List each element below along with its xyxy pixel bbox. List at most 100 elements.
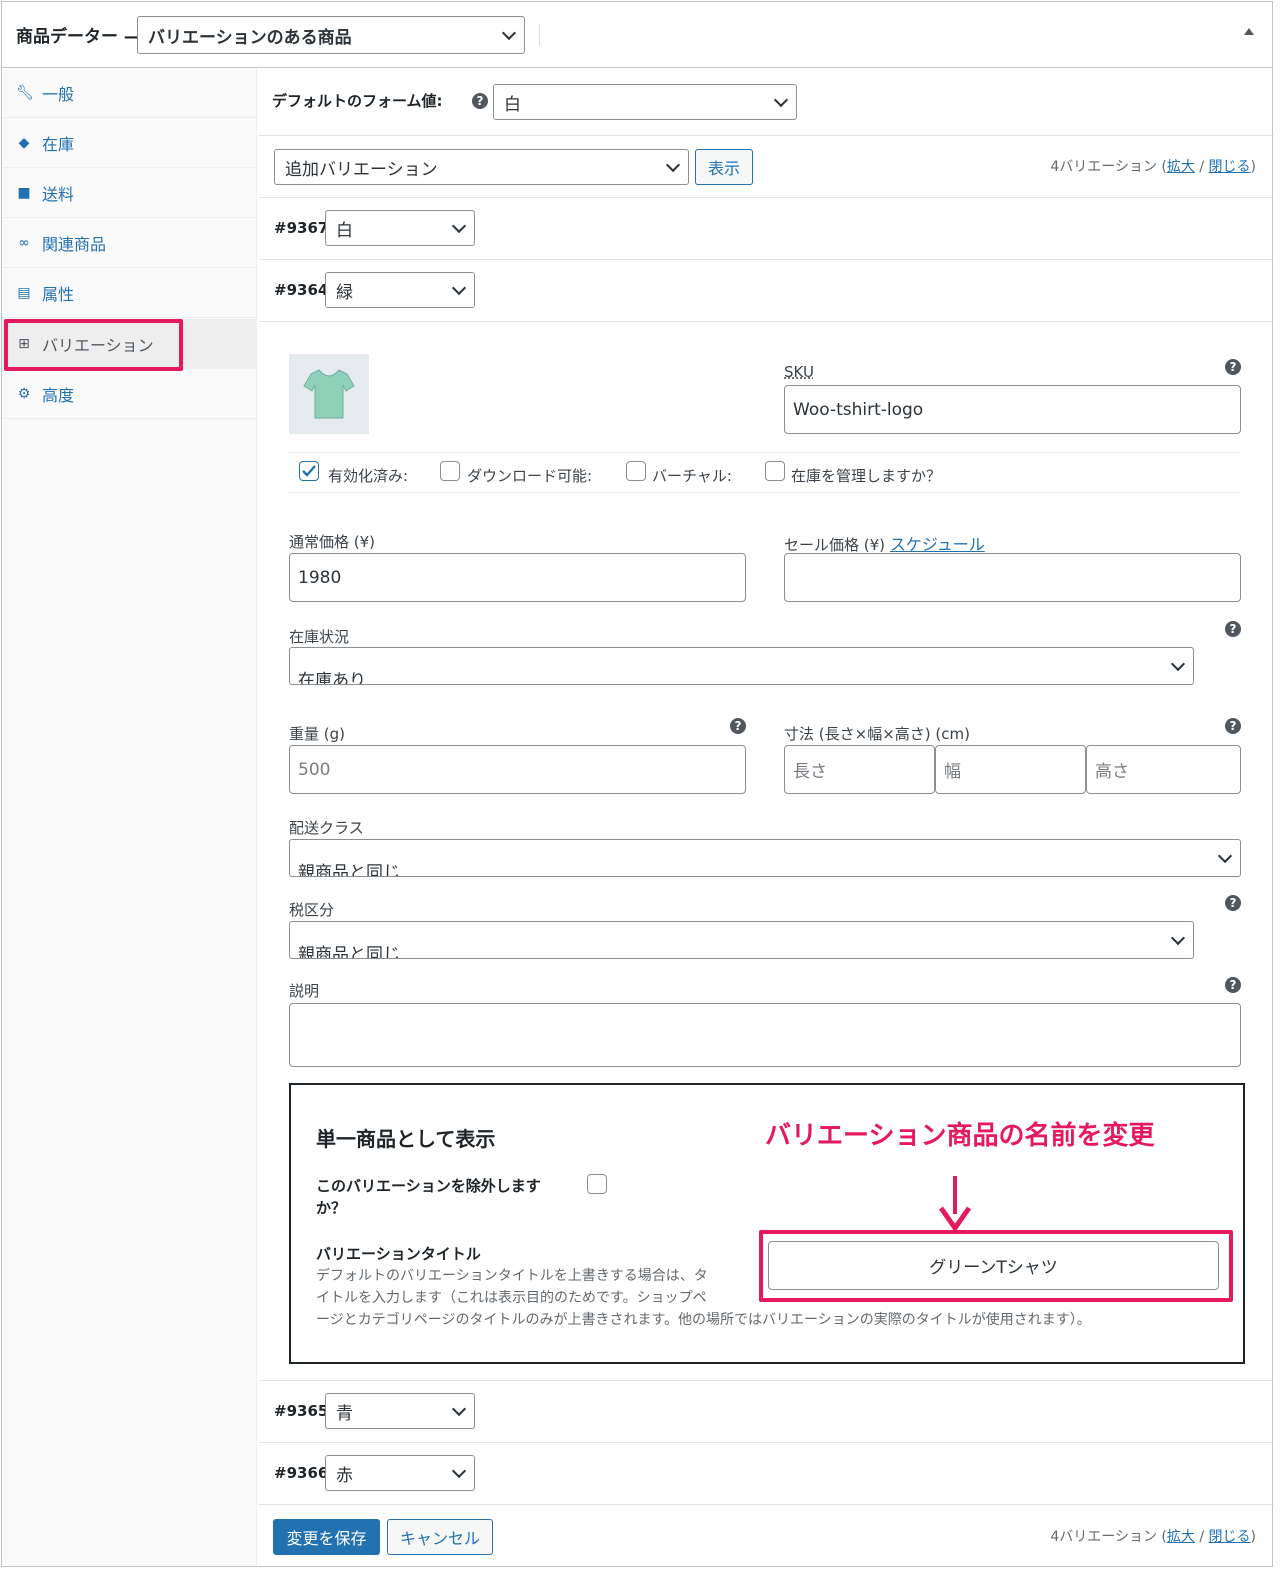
- chevron-down-icon: [501, 25, 517, 41]
- variation-row[interactable]: #9364 緑: [259, 260, 1274, 322]
- tab-general[interactable]: 🔧︎ 一般: [2, 68, 257, 118]
- tab-label: 送料: [42, 184, 75, 204]
- description-label: 説明: [289, 982, 320, 1000]
- close-link[interactable]: 閉じる: [1209, 159, 1251, 175]
- variation-attribute-select[interactable]: 緑: [325, 272, 475, 308]
- description-textarea[interactable]: [289, 1003, 1241, 1067]
- help-icon[interactable]: ?: [730, 718, 746, 734]
- tab-label: 在庫: [42, 134, 75, 154]
- save-changes-button[interactable]: 変更を保存: [273, 1519, 380, 1555]
- width-input[interactable]: 幅: [935, 745, 1086, 794]
- variations-footer: 変更を保存 キャンセル 4バリエーション (拡大 / 閉じる): [259, 1505, 1274, 1567]
- stock-status-select[interactable]: 在庫あり: [289, 647, 1194, 685]
- variation-id: #9366: [274, 1464, 329, 1482]
- variation-attribute-value: 青: [336, 1403, 353, 1424]
- default-value-select[interactable]: 白: [493, 84, 797, 120]
- enabled-checkbox[interactable]: [299, 461, 319, 481]
- expand-link[interactable]: 拡大: [1167, 159, 1195, 175]
- help-icon[interactable]: ?: [1225, 621, 1241, 637]
- variation-attribute-select[interactable]: 青: [325, 1393, 475, 1429]
- exclude-label: このバリエーションを除外します: [316, 1177, 541, 1195]
- default-form-values-label: デフォルトのフォーム値:: [272, 92, 443, 110]
- go-button[interactable]: 表示: [695, 149, 753, 185]
- collapse-arrow-icon[interactable]: [1244, 28, 1254, 35]
- tax-class-select[interactable]: 親商品と同じ: [289, 921, 1194, 959]
- tax-class-value: 親商品と同じ: [298, 945, 400, 959]
- tab-shipping[interactable]: ■ 送料: [2, 168, 257, 218]
- product-type-value: バリエーションのある商品: [148, 27, 352, 48]
- stock-status-value: 在庫あり: [298, 671, 366, 685]
- variation-image[interactable]: [289, 354, 369, 434]
- variation-id: #9367: [274, 219, 329, 237]
- product-data-panel: 商品データー — バリエーションのある商品 🔧︎ 一般 ◆ 在庫 ■ 送料 ∞ 関連商品…: [1, 1, 1274, 1567]
- expand-link[interactable]: 拡大: [1167, 1529, 1195, 1545]
- link-icon: ∞: [18, 234, 30, 251]
- help-icon[interactable]: ?: [1225, 977, 1241, 993]
- tab-attributes[interactable]: ▤ 属性: [2, 268, 257, 318]
- exclude-checkbox[interactable]: [587, 1174, 607, 1194]
- variation-row[interactable]: #9365 青: [259, 1381, 1274, 1443]
- tab-linked-products[interactable]: ∞ 関連商品: [2, 218, 257, 268]
- height-input[interactable]: 高さ: [1086, 745, 1241, 794]
- chevron-down-icon: [1170, 930, 1186, 946]
- sku-input[interactable]: Woo-tshirt-logo: [784, 385, 1241, 434]
- shipping-class-value: 親商品と同じ: [298, 863, 400, 877]
- variation-attribute-select[interactable]: 白: [325, 210, 475, 246]
- weight-label: 重量 (g): [289, 725, 345, 743]
- tab-inventory[interactable]: ◆ 在庫: [2, 118, 257, 168]
- tab-label: 一般: [42, 84, 75, 104]
- variation-count-top: 4バリエーション (拡大 / 閉じる): [1050, 159, 1256, 175]
- chevron-down-icon: [451, 280, 467, 296]
- shipping-class-select[interactable]: 親商品と同じ: [289, 839, 1241, 877]
- exclude-label-cont: か？: [316, 1199, 347, 1217]
- downloadable-checkbox[interactable]: [440, 461, 460, 481]
- variation-title-desc: イトルを入力します（これは表示目的のためです。ショップペ: [316, 1290, 707, 1306]
- divider: [539, 24, 540, 46]
- close-link[interactable]: 閉じる: [1209, 1529, 1251, 1545]
- variation-id: #9364: [274, 281, 329, 299]
- help-icon[interactable]: ?: [472, 93, 488, 109]
- bulk-action-select[interactable]: 追加バリエーション: [274, 149, 689, 185]
- arrow-down-icon: [938, 1176, 972, 1232]
- highlight-box-title-input: [759, 1230, 1233, 1302]
- chevron-down-icon: [773, 92, 789, 108]
- chevron-down-icon: [451, 1463, 467, 1479]
- variations-toolbar: 追加バリエーション 表示 4バリエーション (拡大 / 閉じる): [259, 136, 1274, 198]
- count-text: 4バリエーション: [1050, 1529, 1157, 1545]
- variation-attribute-value: 緑: [336, 282, 353, 303]
- sku-label: SKU: [784, 363, 814, 381]
- check-icon: [302, 465, 316, 477]
- virtual-checkbox[interactable]: [626, 461, 646, 481]
- downloadable-label: ダウンロード可能:: [467, 467, 593, 485]
- chevron-down-icon: [451, 218, 467, 234]
- variation-attribute-value: 赤: [336, 1465, 353, 1486]
- chevron-down-icon: [665, 157, 681, 173]
- variation-row[interactable]: #9366 赤: [259, 1443, 1274, 1505]
- manage-stock-checkbox[interactable]: [765, 461, 785, 481]
- length-input[interactable]: 長さ: [784, 745, 935, 794]
- product-type-select[interactable]: バリエーションのある商品: [137, 16, 525, 54]
- default-form-values-row: デフォルトのフォーム値: ? 白: [259, 68, 1274, 136]
- product-data-tabs: 🔧︎ 一般 ◆ 在庫 ■ 送料 ∞ 関連商品 ▤ 属性 ⊞ バリエーション ⚙ 高度: [2, 68, 257, 1566]
- schedule-link[interactable]: スケジュール: [890, 535, 985, 554]
- dimensions-label: 寸法 (長さ×幅×高さ) (cm): [784, 725, 970, 743]
- panel-title: 商品データー —: [16, 27, 141, 47]
- stock-status-label: 在庫状況: [289, 628, 350, 646]
- tab-label: 属性: [42, 284, 75, 304]
- cancel-button[interactable]: キャンセル: [387, 1519, 493, 1555]
- regular-price-input[interactable]: 1980: [289, 553, 746, 602]
- variation-attribute-value: 白: [336, 220, 353, 241]
- tag-icon: ◆: [18, 134, 30, 151]
- shipping-class-label: 配送クラス: [289, 819, 364, 837]
- gear-icon: ⚙: [17, 385, 31, 402]
- help-icon[interactable]: ?: [1225, 895, 1241, 911]
- help-icon[interactable]: ?: [1225, 359, 1241, 375]
- help-icon[interactable]: ?: [1225, 718, 1241, 734]
- bulk-action-value: 追加バリエーション: [285, 159, 438, 180]
- tshirt-image: [303, 369, 355, 419]
- variation-attribute-select[interactable]: 赤: [325, 1455, 475, 1491]
- tab-advanced[interactable]: ⚙ 高度: [2, 369, 257, 419]
- variation-row[interactable]: #9367 白: [259, 198, 1274, 260]
- weight-input[interactable]: 500: [289, 745, 746, 794]
- sale-price-input[interactable]: [784, 553, 1241, 602]
